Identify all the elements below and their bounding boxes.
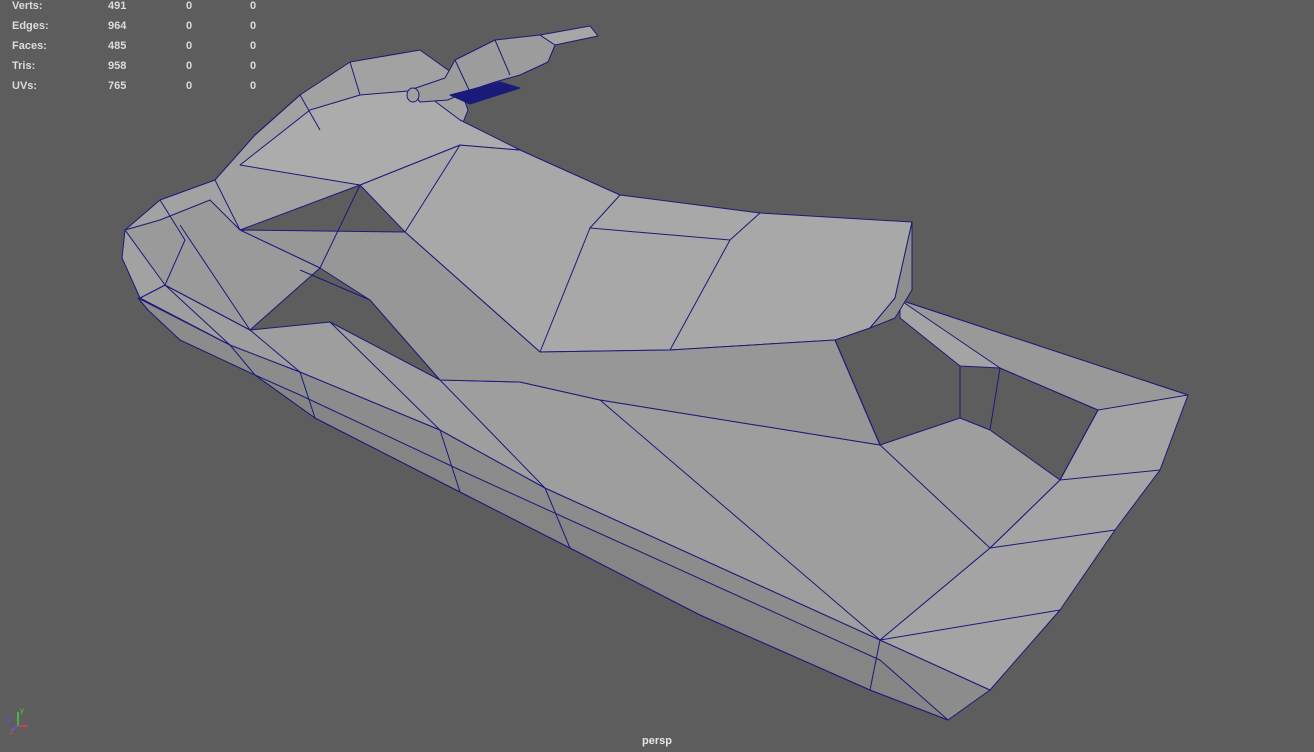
camera-name-label: persp	[642, 735, 672, 747]
hud-value: 485	[108, 40, 127, 52]
hud-value: 0	[186, 60, 193, 72]
hud-value: 0	[250, 40, 257, 52]
hud-value: 0	[186, 0, 193, 12]
hud-label: Edges:	[12, 20, 49, 32]
hud-value: 0	[186, 40, 193, 52]
hud-value: 964	[108, 20, 127, 32]
axis-y-label: y	[20, 706, 24, 715]
hud-value: 0	[250, 60, 257, 72]
hud-value: 0	[186, 20, 193, 32]
hud-label: Faces:	[12, 40, 47, 52]
handlebar-end	[406, 87, 420, 103]
hud-label: Tris:	[12, 60, 36, 72]
axis-x-label: x	[6, 715, 10, 724]
axis-z-label: z	[10, 727, 14, 734]
mesh-edge	[989, 367, 1001, 431]
hud-label: Verts:	[12, 0, 43, 12]
hud-value: 0	[250, 20, 257, 32]
jetski-mesh[interactable]	[0, 0, 1314, 752]
hud-label: UVs:	[12, 80, 38, 92]
hud-value: 765	[108, 80, 127, 92]
hud-value: 0	[250, 80, 257, 92]
hud-value: 0	[250, 0, 257, 12]
deck-rear-strip	[899, 299, 1189, 411]
hud-value: 0	[186, 80, 193, 92]
axis-gizmo: y x z	[6, 706, 28, 734]
hud-value: 491	[108, 0, 127, 12]
3d-viewport[interactable]: Verts: 491 0 0 Edges: 964 0 0 Faces: 485…	[0, 0, 1314, 752]
hud-value: 958	[108, 60, 127, 72]
